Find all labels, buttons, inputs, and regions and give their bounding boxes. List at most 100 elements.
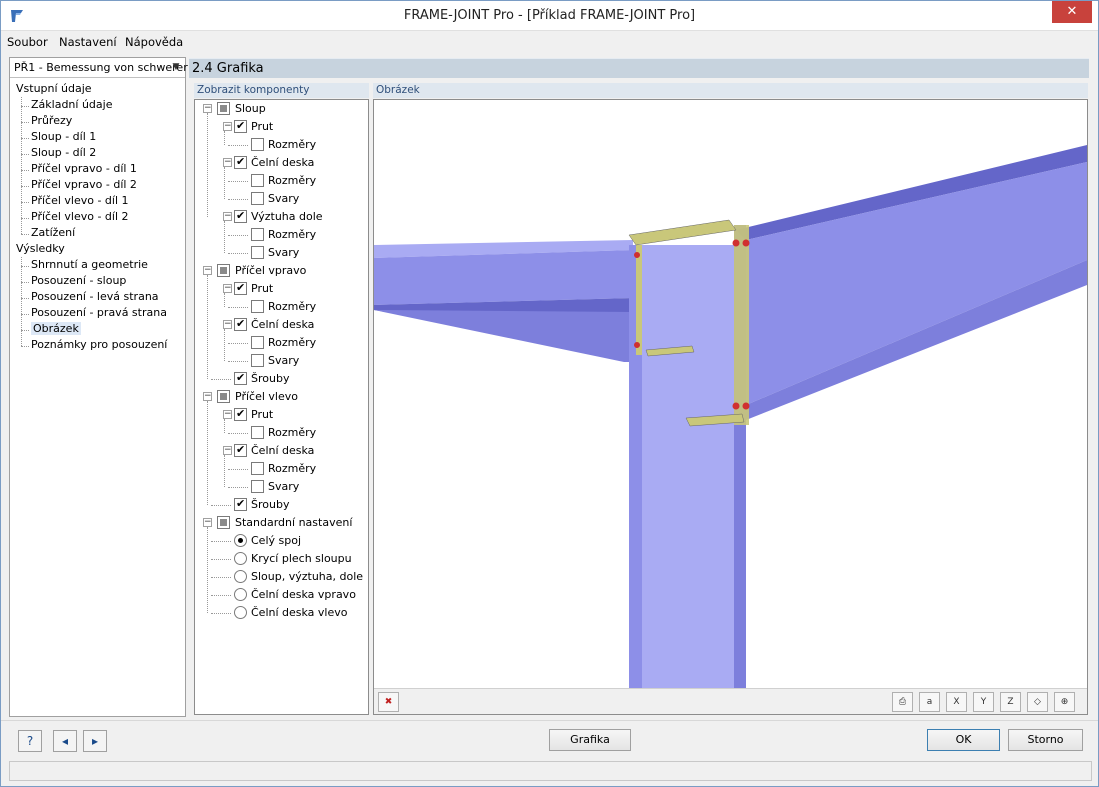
nav-group[interactable]: Vstupní údaje xyxy=(10,82,185,98)
component-tree-row[interactable]: Čelní deska vlevo xyxy=(195,604,368,622)
close-button[interactable]: ✕ xyxy=(1052,1,1092,23)
nav-item[interactable]: Průřezy xyxy=(10,113,185,130)
nav-item[interactable]: Základní údaje xyxy=(10,97,185,114)
collapse-icon[interactable]: − xyxy=(223,122,232,131)
nav-item[interactable]: Sloup - díl 2 xyxy=(10,145,185,162)
component-tree-row[interactable]: − Prut xyxy=(195,406,368,424)
next-icon[interactable]: ▸ xyxy=(83,730,107,752)
component-tree-row[interactable]: Rozměry xyxy=(195,460,368,478)
component-tree-row[interactable]: − Prut xyxy=(195,118,368,136)
nav-item[interactable]: Příčel vlevo - díl 1 xyxy=(10,193,185,210)
nav-item[interactable]: Sloup - díl 1 xyxy=(10,129,185,146)
collapse-icon[interactable]: − xyxy=(223,284,232,293)
group-checkbox[interactable] xyxy=(217,102,230,115)
isometric-view-icon[interactable]: ◇ xyxy=(1027,692,1048,712)
component-tree-row[interactable]: Šrouby xyxy=(195,370,368,388)
collapse-icon[interactable]: − xyxy=(223,446,232,455)
collapse-icon[interactable]: − xyxy=(223,212,232,221)
component-checkbox[interactable] xyxy=(234,155,247,169)
collapse-icon[interactable]: − xyxy=(203,104,212,113)
collapse-icon[interactable]: − xyxy=(203,392,212,401)
nav-item[interactable]: Posouzení - pravá strana xyxy=(10,305,185,322)
group-checkbox[interactable] xyxy=(217,390,230,403)
nav-item[interactable]: Příčel vlevo - díl 2 xyxy=(10,209,185,226)
component-tree-row[interactable]: − Čelní deska xyxy=(195,316,368,334)
option-radio[interactable] xyxy=(234,570,247,583)
nav-group[interactable]: Výsledky xyxy=(10,242,185,258)
component-tree-row[interactable]: Šrouby xyxy=(195,496,368,514)
component-tree-row[interactable]: Rozměry xyxy=(195,172,368,190)
nav-item[interactable]: Posouzení - levá strana xyxy=(10,289,185,306)
component-tree-row[interactable]: − Příčel vpravo xyxy=(195,262,368,280)
component-checkbox[interactable] xyxy=(251,336,264,349)
component-tree-row[interactable]: Celý spoj xyxy=(195,532,368,550)
nav-item[interactable]: Poznámky pro posouzení xyxy=(10,337,185,354)
component-tree-row[interactable]: Rozměry xyxy=(195,334,368,352)
chevron-down-icon[interactable]: ▼ xyxy=(169,60,183,75)
component-checkbox[interactable] xyxy=(234,119,247,133)
component-tree-row[interactable]: − Sloup xyxy=(195,100,368,118)
component-tree-row[interactable]: − Příčel vlevo xyxy=(195,388,368,406)
component-tree-row[interactable]: − Standardní nastavení xyxy=(195,514,368,532)
component-checkbox[interactable] xyxy=(234,317,247,331)
nav-item[interactable]: Shrnnutí a geometrie xyxy=(10,257,185,274)
component-checkbox[interactable] xyxy=(234,443,247,457)
component-checkbox[interactable] xyxy=(251,462,264,475)
option-radio[interactable] xyxy=(234,552,247,565)
component-checkbox[interactable] xyxy=(234,209,247,223)
component-checkbox[interactable] xyxy=(251,246,264,259)
component-tree-row[interactable]: − Čelní deska xyxy=(195,154,368,172)
option-radio[interactable] xyxy=(234,588,247,601)
collapse-icon[interactable]: − xyxy=(223,158,232,167)
component-checkbox[interactable] xyxy=(251,354,264,367)
nav-item[interactable]: Obrázek xyxy=(10,321,185,338)
component-tree-row[interactable]: Sloup, výztuha, dole xyxy=(195,568,368,586)
component-tree-row[interactable]: Svary xyxy=(195,478,368,496)
component-checkbox[interactable] xyxy=(251,174,264,187)
component-tree-row[interactable]: Rozměry xyxy=(195,424,368,442)
component-tree-row[interactable]: Svary xyxy=(195,352,368,370)
view-y-icon[interactable]: Y xyxy=(973,692,994,712)
collapse-icon[interactable]: − xyxy=(223,320,232,329)
menu-napoveda[interactable]: Nápověda xyxy=(125,35,183,49)
view-x-icon[interactable]: X xyxy=(946,692,967,712)
collapse-icon[interactable]: − xyxy=(203,518,212,527)
component-checkbox[interactable] xyxy=(251,480,264,493)
component-tree-row[interactable]: − Čelní deska xyxy=(195,442,368,460)
group-checkbox[interactable] xyxy=(217,516,230,529)
option-radio[interactable] xyxy=(234,606,247,619)
print-icon[interactable]: ⎙ xyxy=(892,692,913,712)
view-z-icon[interactable]: Z xyxy=(1000,692,1021,712)
case-select[interactable]: PŘ1 - Bemessung von schwerer ▼ xyxy=(10,58,188,78)
nav-item[interactable]: Posouzení - sloup xyxy=(10,273,185,290)
component-checkbox[interactable] xyxy=(251,426,264,439)
group-checkbox[interactable] xyxy=(217,264,230,277)
component-checkbox[interactable] xyxy=(234,371,247,385)
component-tree-row[interactable]: Rozměry xyxy=(195,136,368,154)
nav-item[interactable]: Příčel vpravo - díl 1 xyxy=(10,161,185,178)
reset-view-icon[interactable]: ✖ xyxy=(378,692,399,712)
component-tree-row[interactable]: Krycí plech sloupu xyxy=(195,550,368,568)
component-checkbox[interactable] xyxy=(251,138,264,151)
component-checkbox[interactable] xyxy=(234,497,247,511)
dimension-icon[interactable]: a xyxy=(919,692,940,712)
collapse-icon[interactable]: − xyxy=(203,266,212,275)
cancel-button[interactable]: Storno xyxy=(1008,729,1083,751)
menu-soubor[interactable]: Soubor xyxy=(7,35,48,49)
component-tree-row[interactable]: Svary xyxy=(195,244,368,262)
component-checkbox[interactable] xyxy=(251,228,264,241)
component-tree-row[interactable]: Rozměry xyxy=(195,226,368,244)
collapse-icon[interactable]: − xyxy=(223,410,232,419)
component-tree-row[interactable]: Rozměry xyxy=(195,298,368,316)
help-icon[interactable]: ? xyxy=(18,730,42,752)
component-tree-row[interactable]: Svary xyxy=(195,190,368,208)
ok-button[interactable]: OK xyxy=(927,729,1000,751)
grafika-button[interactable]: Grafika xyxy=(549,729,631,751)
option-radio[interactable] xyxy=(234,534,247,547)
component-tree-row[interactable]: Čelní deska vpravo xyxy=(195,586,368,604)
component-checkbox[interactable] xyxy=(251,300,264,313)
component-tree-row[interactable]: − Prut xyxy=(195,280,368,298)
joint-3d-view[interactable] xyxy=(374,100,1087,688)
component-checkbox[interactable] xyxy=(234,281,247,295)
component-tree-row[interactable]: − Výztuha dole xyxy=(195,208,368,226)
